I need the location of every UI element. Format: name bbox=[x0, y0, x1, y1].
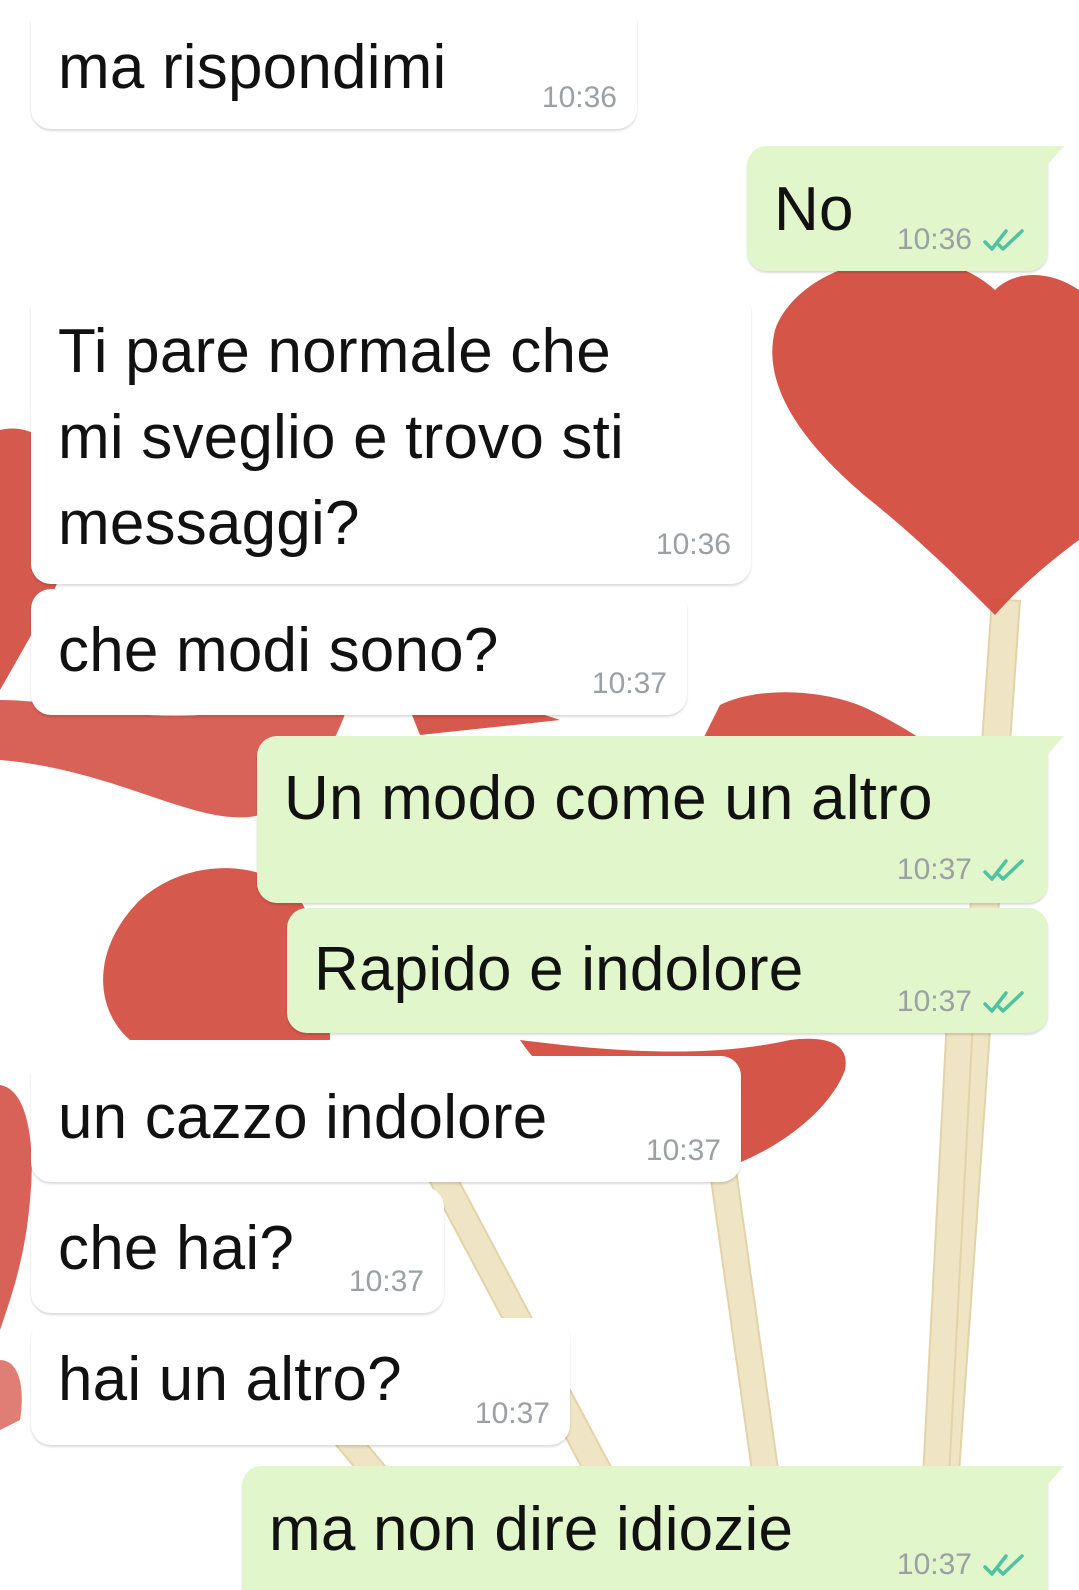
message-bubble-incoming[interactable]: che hai? 10:37 bbox=[31, 1187, 444, 1313]
message-time: 10:37 bbox=[591, 667, 667, 700]
message-bubble-outgoing[interactable]: No 10:36 bbox=[747, 146, 1064, 271]
message-bubble-incoming[interactable]: ma rispondimi 10:36 bbox=[15, 4, 637, 129]
message-time: 10:37 bbox=[645, 1134, 721, 1167]
double-check-icon bbox=[983, 859, 1024, 881]
message-bubble-outgoing[interactable]: Rapido e indolore 10:37 bbox=[287, 908, 1048, 1033]
wallpaper-heart bbox=[0, 1085, 32, 1330]
message-time: 10:37 bbox=[896, 853, 972, 886]
message-time: 10:36 bbox=[896, 223, 972, 256]
message-bubble-outgoing[interactable]: ma non dire idiozie 10:37 bbox=[242, 1466, 1064, 1590]
message-text: un cazzo indolore bbox=[58, 1083, 548, 1152]
message-bubble-incoming[interactable]: hai un altro? 10:37 bbox=[31, 1318, 570, 1445]
message-text: Ti pare normale che mi sveglio e trovo s… bbox=[58, 317, 625, 558]
message-text: No bbox=[774, 175, 854, 244]
double-check-icon bbox=[983, 229, 1024, 251]
message-time: 10:36 bbox=[541, 81, 617, 114]
message-text: Un modo come un altro bbox=[284, 764, 933, 833]
message-text: ma non dire idiozie bbox=[269, 1495, 794, 1564]
message-text: che modi sono? bbox=[58, 616, 499, 685]
double-check-icon bbox=[983, 991, 1024, 1013]
message-bubble-incoming[interactable]: che modi sono? 10:37 bbox=[31, 589, 687, 715]
message-bubble-incoming[interactable]: Ti pare normale che mi sveglio e trovo s… bbox=[15, 290, 751, 584]
message-bubble-outgoing[interactable]: Un modo come un altro 10:37 bbox=[257, 736, 1064, 903]
message-text: che hai? bbox=[58, 1214, 295, 1283]
message-time: 10:36 bbox=[655, 528, 731, 561]
double-check-icon bbox=[983, 1554, 1024, 1576]
message-text: hai un altro? bbox=[58, 1345, 402, 1414]
wallpaper-heart bbox=[0, 1360, 22, 1430]
message-text: Rapido e indolore bbox=[314, 935, 804, 1004]
message-time: 10:37 bbox=[348, 1265, 424, 1298]
message-time: 10:37 bbox=[896, 1548, 972, 1581]
message-time: 10:37 bbox=[896, 985, 972, 1018]
wallpaper-heart bbox=[772, 257, 1079, 615]
message-time: 10:37 bbox=[474, 1397, 550, 1430]
message-text: ma rispondimi bbox=[58, 33, 447, 102]
message-bubble-incoming[interactable]: un cazzo indolore 10:37 bbox=[15, 1056, 741, 1182]
